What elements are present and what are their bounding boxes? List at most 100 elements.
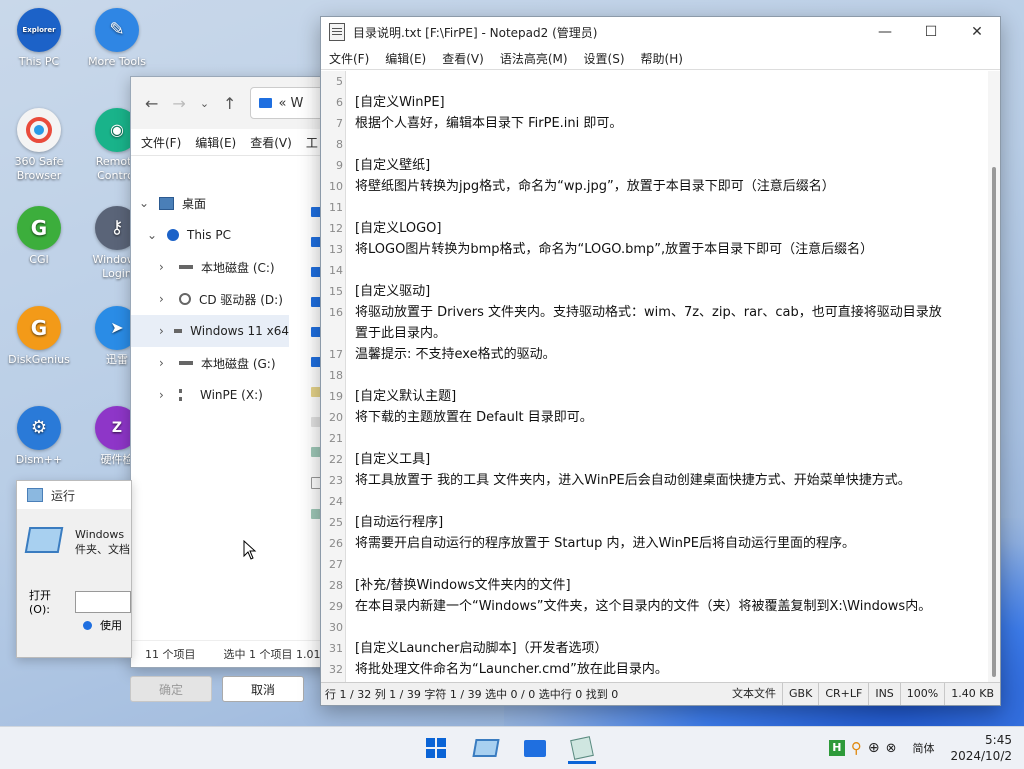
editor-line[interactable]: 12 [自定义LOGO]: [321, 218, 988, 239]
editor-line[interactable]: 31 [自定义Launcher启动脚本]（开发者选项）: [321, 638, 988, 659]
editor-line[interactable]: 29 在本目录内新建一个“Windows”文件夹，这个目录内的文件（夹）将被覆盖复…: [321, 596, 988, 617]
vertical-scrollbar[interactable]: [988, 71, 1000, 683]
editor-line[interactable]: 23 将工具放置于 我的工具 文件夹内，进入WinPE后会自动创建桌面快捷方式、开…: [321, 470, 988, 491]
editor-line[interactable]: 25 [自动运行程序]: [321, 512, 988, 533]
tree-item-drive-c[interactable]: › 本地磁盘 (C:): [131, 251, 289, 283]
search-tray-icon[interactable]: ⚲: [851, 739, 862, 757]
menu-help[interactable]: 帮助(H): [641, 50, 683, 67]
desktop-icon-label: More Tools: [88, 55, 146, 68]
editor-line[interactable]: 27: [321, 554, 988, 575]
menu-file[interactable]: 文件(F): [141, 134, 181, 151]
editor-line[interactable]: 6 [自定义WinPE]: [321, 92, 988, 113]
run-dialog: 运行 Windows 件夹、文档 打开(O): 使用: [16, 480, 132, 658]
editor-line[interactable]: 13 将LOGO图片转换为bmp格式，命名为“LOGO.bmp”,放置于本目录下即…: [321, 239, 988, 260]
scrollbar-thumb[interactable]: [992, 167, 996, 677]
editor-line[interactable]: 21: [321, 428, 988, 449]
taskbar-notepad[interactable]: [568, 735, 596, 764]
chevron-down-icon[interactable]: ⌄: [200, 97, 209, 110]
editor-line[interactable]: 19 [自定义默认主题]: [321, 386, 988, 407]
line-number: 25: [329, 516, 343, 529]
line-text: 将工具放置于 我的工具 文件夹内，进入WinPE后会自动创建桌面快捷方式、开始菜…: [355, 473, 911, 488]
status-scheme[interactable]: 文本文件: [726, 683, 784, 705]
menu-edit[interactable]: 编辑(E): [195, 134, 236, 151]
open-input[interactable]: [75, 590, 131, 613]
desktop-icon-label: CGI: [29, 253, 49, 266]
tree-item-desktop[interactable]: ⌄ 桌面: [131, 187, 289, 219]
editor-line[interactable]: 置于此目录内。: [321, 323, 988, 344]
menu-edit[interactable]: 编辑(E): [385, 50, 426, 67]
cancel-button[interactable]: 取消: [222, 676, 304, 702]
tree-item-drive-g[interactable]: › 本地磁盘 (G:): [131, 347, 289, 379]
address-bar[interactable]: « W: [250, 87, 331, 119]
menu-view[interactable]: 查看(V): [250, 134, 292, 151]
editor-line[interactable]: 9 [自定义壁纸]: [321, 155, 988, 176]
chevron-right-icon[interactable]: ›: [159, 324, 166, 338]
close-button[interactable]: ✕: [954, 17, 1000, 47]
editor-line[interactable]: 5: [321, 71, 988, 92]
editor-line[interactable]: 8: [321, 134, 988, 155]
minimize-button[interactable]: —: [862, 17, 908, 47]
editor-line[interactable]: 11: [321, 197, 988, 218]
globe-icon[interactable]: ⊕: [868, 740, 880, 756]
menu-view[interactable]: 查看(V): [442, 50, 484, 67]
chevron-down-icon[interactable]: ⌄: [139, 196, 151, 210]
desktop-icon-360-browser[interactable]: 360 Safe Browser: [0, 108, 78, 183]
desktop-icon-this-pc[interactable]: Explorer This PC: [0, 8, 78, 69]
desktop-icon-more-tools[interactable]: ✎ More Tools: [78, 8, 156, 69]
editor-line[interactable]: 26 将需要开启自动运行的程序放置于 Startup 内，进入WinPE后将自动运…: [321, 533, 988, 554]
forward-arrow-icon[interactable]: →: [172, 94, 185, 113]
tree-item-drive-x[interactable]: › WinPE (X:): [131, 379, 289, 411]
status-zoom[interactable]: 100%: [901, 683, 946, 705]
menu-file[interactable]: 文件(F): [329, 50, 369, 67]
status-eol[interactable]: CR+LF: [819, 683, 870, 705]
editor-line[interactable]: 10 将壁纸图片转换为jpg格式，命名为“wp.jpg”，放置于本目录下即可（注意…: [321, 176, 988, 197]
clock[interactable]: 5:45 2024/10/2: [950, 732, 1024, 764]
maximize-button[interactable]: ☐: [908, 17, 954, 47]
editor-line[interactable]: 15 [自定义驱动]: [321, 281, 988, 302]
tree-item-label: 本地磁盘 (G:): [201, 356, 276, 371]
network-disconnected-icon[interactable]: ⊗: [886, 741, 897, 756]
desktop-icon-diskgenius[interactable]: G DiskGenius: [0, 306, 78, 367]
up-arrow-icon[interactable]: ↑: [223, 94, 236, 113]
editor-line[interactable]: 17 温馨提示: 不支持exe格式的驱动。: [321, 344, 988, 365]
status-encoding[interactable]: GBK: [783, 683, 820, 705]
menu-tools[interactable]: 工: [306, 134, 318, 151]
tree-item-drive-d[interactable]: › CD 驱动器 (D:): [131, 283, 289, 315]
chevron-right-icon[interactable]: ›: [159, 292, 171, 306]
line-text: 将LOGO图片转换为bmp格式，命名为“LOGO.bmp”,放置于本目录下即可（…: [355, 242, 874, 257]
tree-item-label: WinPE (X:): [200, 388, 263, 402]
editor-line[interactable]: 14: [321, 260, 988, 281]
editor-line[interactable]: 24: [321, 491, 988, 512]
line-text: [自定义默认主题]: [355, 389, 457, 404]
chevron-right-icon[interactable]: ›: [159, 388, 171, 402]
editor-line[interactable]: 18: [321, 365, 988, 386]
desktop-icon-cgi[interactable]: G CGI: [0, 206, 78, 267]
taskbar-run[interactable]: [472, 735, 500, 761]
editor-line[interactable]: 30: [321, 617, 988, 638]
editor-line[interactable]: 16 将驱动放置于 Drivers 文件夹内。支持驱动格式：wim、7z、zip、…: [321, 302, 988, 323]
line-text: [自定义壁纸]: [355, 158, 431, 173]
menu-syntax[interactable]: 语法高亮(M): [500, 50, 568, 67]
start-button[interactable]: [422, 735, 450, 761]
back-arrow-icon[interactable]: ←: [145, 94, 158, 113]
line-text: 在本目录内新建一个“Windows”文件夹，这个目录内的文件（夹）将被覆盖复制到…: [355, 599, 932, 614]
editor-line[interactable]: 7 根据个人喜好，编辑本目录下 FirPE.ini 即可。: [321, 113, 988, 134]
menu-settings[interactable]: 设置(S): [584, 50, 625, 67]
editor-line[interactable]: 32 将批处理文件命名为“Launcher.cmd”放在此目录内。: [321, 659, 988, 680]
ime-indicator[interactable]: 简体: [902, 740, 944, 756]
admin-checkbox[interactable]: [83, 620, 92, 630]
editor-line[interactable]: 28 [补充/替换Windows文件夹内的文件]: [321, 575, 988, 596]
chevron-down-icon[interactable]: ⌄: [147, 228, 159, 242]
status-ins[interactable]: INS: [869, 683, 901, 705]
editor-line[interactable]: 20 将下载的主题放置在 Default 目录即可。: [321, 407, 988, 428]
tree-item-this-pc[interactable]: ⌄ This PC: [131, 219, 289, 251]
taskbar-file-explorer[interactable]: [521, 735, 549, 761]
tree-item-drive-windows[interactable]: › Windows 11 x64: [131, 315, 289, 347]
chevron-right-icon[interactable]: ›: [159, 356, 171, 370]
editor-line[interactable]: 22 [自定义工具]: [321, 449, 988, 470]
chevron-right-icon[interactable]: ›: [159, 260, 171, 274]
tray-app-icon[interactable]: H: [828, 740, 845, 756]
editor-area[interactable]: 5 6 [自定义WinPE] 7 根据个人喜好，编辑本目录下 FirPE.ini 即可。…: [321, 71, 988, 683]
desktop-icon-dism[interactable]: ⚙ Dism++: [0, 406, 78, 467]
ok-button[interactable]: 确定: [130, 676, 212, 702]
